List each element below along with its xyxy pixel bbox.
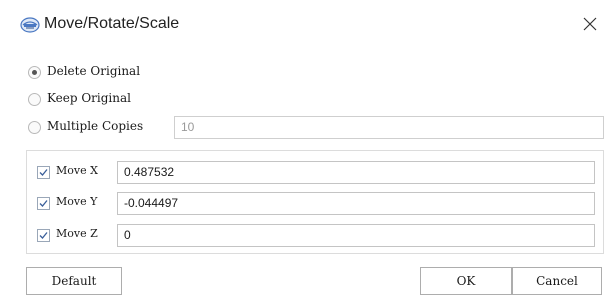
move-z-input[interactable]: 0: [117, 224, 595, 247]
default-button[interactable]: Default: [26, 267, 122, 295]
copies-count-input[interactable]: 10: [174, 116, 604, 139]
close-icon: [583, 17, 597, 31]
keep-original-label: Keep Original: [47, 91, 131, 105]
move-rotate-scale-dialog: Move/Rotate/Scale Delete Original Keep O…: [0, 0, 608, 304]
cancel-button[interactable]: Cancel: [512, 267, 602, 295]
move-x-input[interactable]: 0.487532: [117, 161, 595, 184]
close-button[interactable]: [578, 12, 602, 36]
title-bar: Move/Rotate/Scale: [0, 0, 608, 50]
dialog-title: Move/Rotate/Scale: [44, 15, 180, 32]
move-z-label: Move Z: [56, 227, 98, 240]
app-logo-icon: [20, 16, 40, 34]
move-x-label: Move X: [56, 164, 98, 177]
checkmark-icon: [39, 200, 48, 207]
delete-original-label: Delete Original: [47, 64, 141, 78]
radio-button-keep-original[interactable]: [28, 93, 41, 106]
move-x-checkbox[interactable]: [37, 166, 50, 179]
radio-button-delete-original[interactable]: [28, 66, 41, 79]
move-y-input[interactable]: -0.044497: [117, 192, 595, 215]
move-y-checkbox[interactable]: [37, 197, 50, 210]
move-z-checkbox[interactable]: [37, 229, 50, 242]
move-y-label: Move Y: [56, 195, 98, 208]
radio-button-multiple-copies[interactable]: [28, 121, 41, 134]
checkmark-icon: [39, 169, 48, 176]
checkmark-icon: [39, 232, 48, 239]
multiple-copies-label: Multiple Copies: [47, 119, 144, 133]
ok-button[interactable]: OK: [420, 267, 512, 295]
